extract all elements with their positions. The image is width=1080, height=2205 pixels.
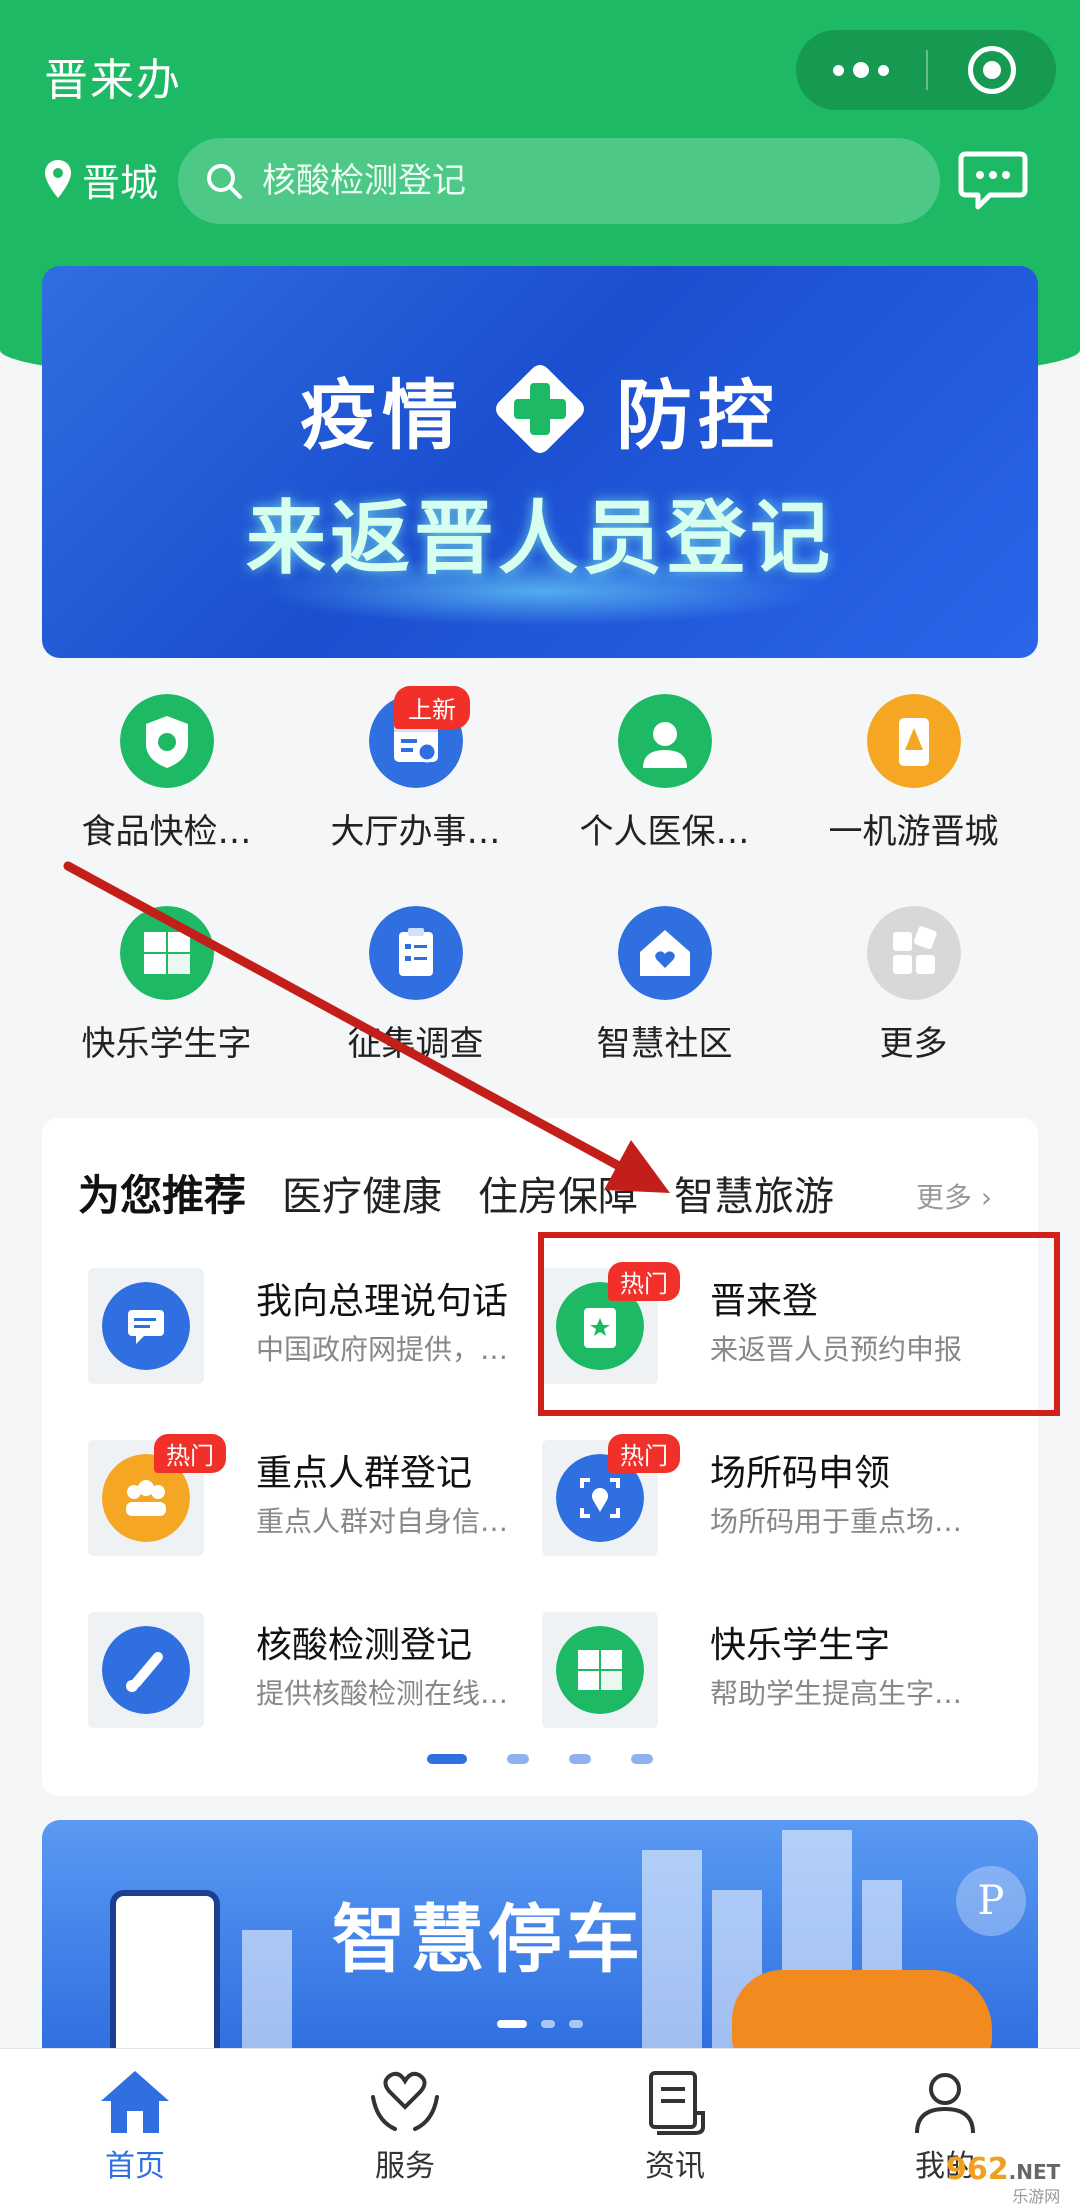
tab-label: 资讯	[645, 2149, 705, 2184]
grid-item-more[interactable]: 更多	[789, 894, 1038, 1084]
grid-item-label: 食品快检…	[81, 812, 252, 852]
service-nucleic-test[interactable]: 核酸检测登记 提供核酸检测在线…	[88, 1612, 568, 1762]
swab-test-icon	[102, 1626, 190, 1714]
grid-item-label: 智慧社区	[596, 1024, 733, 1064]
tab-service[interactable]: 服务	[270, 2049, 540, 2205]
location-selector[interactable]: 晋城	[42, 152, 158, 207]
service-premier-message[interactable]: 我向总理说句话 中国政府网提供，…	[88, 1268, 568, 1418]
message-icon[interactable]	[958, 150, 1028, 212]
grid-item-survey[interactable]: 征集调查	[291, 894, 540, 1084]
service-desc: 重点人群对自身信…	[256, 1505, 509, 1538]
grid-item-label: 征集调查	[347, 1024, 484, 1064]
more-link[interactable]: 更多 ›	[916, 1176, 992, 1216]
grid-item-travel[interactable]: 一机游晋城	[789, 682, 1038, 872]
search-icon	[207, 164, 242, 199]
tab-label: 首页	[105, 2149, 165, 2184]
service-name: 我向总理说句话	[256, 1281, 509, 1322]
parking-title: 智慧停车	[332, 1897, 644, 1983]
banner-text-right: 防控	[616, 371, 780, 460]
grid-item-food-check[interactable]: 食品快检…	[42, 682, 291, 872]
medical-cross-icon	[496, 365, 584, 453]
location-label: 晋城	[82, 161, 159, 205]
banner-indicator	[42, 2020, 1038, 2028]
service-thumb	[88, 1268, 204, 1384]
person-insurance-icon	[618, 694, 712, 788]
more-grid-icon	[867, 906, 961, 1000]
grid-item-label: 大厅办事…	[330, 812, 501, 852]
search-input[interactable]	[262, 161, 862, 201]
learn-characters-icon	[556, 1626, 644, 1714]
heart-hands-icon	[371, 2071, 439, 2131]
watermark-number: 962	[946, 2152, 1009, 2187]
service-name: 重点人群登记	[256, 1453, 473, 1494]
banner-subtitle: 来返晋人员登记	[246, 492, 834, 585]
hot-badge: 热门	[608, 1434, 680, 1473]
bottom-tab-bar: 首页 服务 资讯 我的	[0, 2048, 1080, 2205]
phone-travel-icon	[867, 694, 961, 788]
recommend-card: 为您推荐 医疗健康 住房保障 智慧旅游 更多 › 我向总理说句话 中国政府网提供…	[42, 1118, 1038, 1796]
car-illustration	[732, 1970, 992, 2050]
service-desc: 中国政府网提供，…	[256, 1333, 509, 1366]
grid-item-label: 个人医保…	[579, 812, 750, 852]
tab-news[interactable]: 资讯	[540, 2049, 810, 2205]
message-icon	[102, 1282, 190, 1370]
grid-item-medical-insurance[interactable]: 个人医保…	[540, 682, 789, 872]
service-venue-code[interactable]: 热门 场所码申领 场所码用于重点场…	[542, 1434, 1022, 1590]
tab-medical-health[interactable]: 医疗健康	[282, 1164, 442, 1222]
service-desc: 提供核酸检测在线…	[256, 1677, 509, 1710]
service-name: 场所码申领	[710, 1453, 891, 1494]
recommend-tabs: 为您推荐 医疗健康 住房保障 智慧旅游	[78, 1162, 834, 1223]
service-desc: 场所码用于重点场…	[710, 1505, 963, 1538]
clipboard-icon	[369, 906, 463, 1000]
service-thumb	[88, 1612, 204, 1728]
grid-item-label: 更多	[879, 1024, 948, 1064]
app-title: 晋来办	[44, 55, 182, 106]
user-icon	[915, 2073, 975, 2134]
annotation-highlight-box	[538, 1232, 1060, 1416]
service-name: 核酸检测登记	[256, 1625, 473, 1666]
tab-housing[interactable]: 住房保障	[478, 1164, 638, 1222]
banner-text-left: 疫情	[300, 371, 464, 460]
parking-p-icon: P	[956, 1866, 1026, 1936]
target-icon	[968, 46, 1016, 94]
chevron-right-icon: ›	[972, 1181, 993, 1214]
grid-item-smart-community[interactable]: 智慧社区	[540, 894, 789, 1084]
hot-badge: 热门	[154, 1434, 226, 1473]
service-desc: 帮助学生提高生字…	[710, 1677, 963, 1710]
smart-parking-banner[interactable]: 智慧停车 P	[42, 1820, 1038, 2050]
banner-headline: 疫情 防控	[42, 354, 1038, 464]
page-indicator	[42, 1754, 1038, 1764]
new-badge: 上新	[394, 686, 470, 729]
epidemic-banner[interactable]: 疫情 防控 来返晋人员登记	[42, 266, 1038, 658]
location-pin-icon	[45, 159, 71, 198]
home-heart-icon	[618, 906, 712, 1000]
site-watermark: 962.NET 乐游网	[946, 2152, 1060, 2205]
tab-label: 服务	[375, 2149, 435, 2184]
food-check-icon	[120, 694, 214, 788]
news-scroll-icon	[649, 2071, 705, 2135]
tab-home[interactable]: 首页	[0, 2049, 270, 2205]
service-name: 快乐学生字	[710, 1625, 891, 1666]
grid-item-label: 快乐学生字	[81, 1024, 252, 1064]
mini-program-capsule	[796, 30, 1056, 110]
search-bar[interactable]	[178, 138, 940, 224]
grid-item-label: 一机游晋城	[828, 812, 999, 852]
close-program-button[interactable]	[928, 46, 1056, 94]
tab-recommend[interactable]: 为您推荐	[78, 1162, 246, 1223]
service-learn-characters[interactable]: 快乐学生字 帮助学生提高生字…	[542, 1612, 1022, 1762]
service-key-population[interactable]: 热门 重点人群登记 重点人群对自身信…	[88, 1434, 568, 1590]
tab-smart-travel[interactable]: 智慧旅游	[674, 1164, 834, 1222]
grid-item-learn-characters[interactable]: 快乐学生字	[42, 894, 291, 1084]
watermark-suffix: .NET	[1008, 2160, 1061, 2184]
learn-characters-icon	[120, 906, 214, 1000]
more-menu-button[interactable]	[796, 62, 926, 78]
service-thumb	[542, 1612, 658, 1728]
home-icon	[101, 2071, 169, 2133]
more-link-label: 更多	[916, 1181, 973, 1214]
